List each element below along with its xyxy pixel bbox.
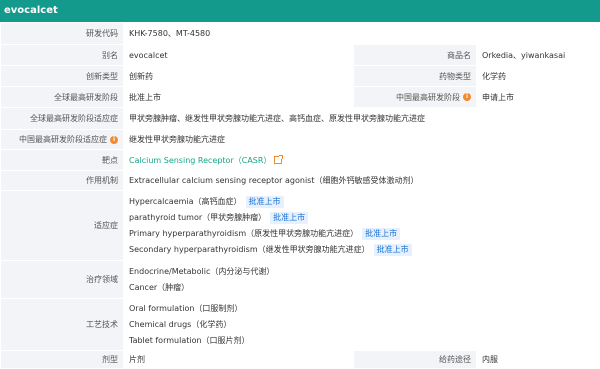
tech-item: Tablet formulation（口服片剂） — [129, 333, 600, 349]
form-value: 片剂 — [124, 351, 354, 369]
code-label: 研发代码 — [1, 23, 124, 45]
row-therapy: 治疗领域 Endocrine/Metabolic（内分泌与代谢） Cancer（… — [1, 261, 600, 299]
indications-label: 适应症 — [1, 191, 124, 261]
status-badge: 批准上市 — [374, 244, 412, 256]
tech-item: Chemical drugs（化学药） — [129, 317, 600, 333]
row-tech: 工艺技术 Oral formulation（口服制剂） Chemical dru… — [1, 299, 600, 351]
form-label: 剂型 — [1, 351, 124, 369]
external-link-icon[interactable] — [274, 156, 282, 164]
status-badge: 批准上市 — [362, 228, 400, 240]
innovation-label: 创新类型 — [1, 66, 124, 87]
indication-item: Primary hyperparathyroidism（原发性甲状旁腺功能亢进症… — [129, 226, 600, 242]
drug-info-table: 研发代码 KHK-7580、MT-4580 别名 evocalcet 商品名 O… — [0, 22, 600, 369]
row-code: 研发代码 KHK-7580、MT-4580 — [1, 23, 600, 45]
indication-text: Hypercalcaemia（高钙血症） — [129, 197, 242, 206]
target-label: 靶点 — [1, 150, 124, 171]
row-mechanism: 作用机制 Extracellular calcium sensing recep… — [1, 171, 600, 191]
drug-title: evocalcet — [0, 0, 600, 22]
global-indication-value: 甲状旁腺肿瘤、继发性甲状旁腺功能亢进症、高钙血症、原发性甲状旁腺功能亢进症 — [124, 108, 600, 130]
tech-list: Oral formulation（口服制剂） Chemical drugs（化学… — [124, 299, 600, 351]
china-phase-label-cell: 中国最高研发阶段i — [354, 87, 477, 108]
therapy-item: Endocrine/Metabolic（内分泌与代谢） — [129, 264, 600, 280]
trade-name-value: Orkedia、yiwankasai — [477, 45, 600, 66]
innovation-value: 创新药 — [124, 66, 354, 87]
global-phase-value: 批准上市 — [124, 87, 354, 108]
therapy-item: Cancer（肿瘤） — [129, 280, 600, 296]
route-value: 内服 — [477, 351, 600, 369]
indication-item: parathyroid tumor（甲状旁腺肿瘤） 批准上市 — [129, 210, 600, 226]
indication-text: Primary hyperparathyroidism（原发性甲状旁腺功能亢进症… — [129, 229, 358, 238]
therapy-list: Endocrine/Metabolic（内分泌与代谢） Cancer（肿瘤） — [124, 261, 600, 299]
trade-name-label: 商品名 — [354, 45, 477, 66]
indications-list: Hypercalcaemia（高钙血症） 批准上市 parathyroid tum… — [124, 191, 600, 261]
china-phase-value: 申请上市 — [477, 87, 600, 108]
china-phase-label: 中国最高研发阶段 — [396, 93, 460, 102]
code-value: KHK-7580、MT-4580 — [124, 23, 600, 45]
global-indication-label: 全球最高研发阶段适应症 — [1, 108, 124, 130]
target-link[interactable]: Calcium Sensing Receptor（CASR） — [129, 156, 271, 165]
route-label: 给药途径 — [354, 351, 477, 369]
global-phase-label: 全球最高研发阶段 — [1, 87, 124, 108]
mechanism-label: 作用机制 — [1, 171, 124, 191]
info-icon[interactable]: i — [463, 93, 471, 101]
row-china-indication: 中国最高研发阶段适应症i 继发性甲状旁腺功能亢进症 — [1, 130, 600, 150]
indication-item: Secondary hyperparathyroidism（继发性甲状旁腺功能亢… — [129, 242, 600, 258]
china-indication-label: 中国最高研发阶段适应症 — [19, 135, 107, 144]
indication-text: parathyroid tumor（甲状旁腺肿瘤） — [129, 213, 266, 222]
row-form: 剂型 片剂 给药途径 内服 — [1, 351, 600, 369]
status-badge: 批准上市 — [246, 196, 284, 208]
row-indications: 适应症 Hypercalcaemia（高钙血症） 批准上市 parathyroid… — [1, 191, 600, 261]
indication-text: Secondary hyperparathyroidism（继发性甲状旁腺功能亢… — [129, 245, 370, 254]
drug-type-label: 药物类型 — [354, 66, 477, 87]
row-innovation: 创新类型 创新药 药物类型 化学药 — [1, 66, 600, 87]
mechanism-value: Extracellular calcium sensing receptor a… — [124, 171, 600, 191]
drug-type-value: 化学药 — [477, 66, 600, 87]
alias-label: 别名 — [1, 45, 124, 66]
tech-item: Oral formulation（口服制剂） — [129, 301, 600, 317]
alias-value: evocalcet — [124, 45, 354, 66]
status-badge: 批准上市 — [270, 212, 308, 224]
therapy-label: 治疗领域 — [1, 261, 124, 299]
china-indication-label-cell: 中国最高研发阶段适应症i — [1, 130, 124, 150]
info-icon[interactable]: i — [110, 136, 118, 144]
target-value-cell: Calcium Sensing Receptor（CASR） — [124, 150, 600, 171]
row-global-indication: 全球最高研发阶段适应症 甲状旁腺肿瘤、继发性甲状旁腺功能亢进症、高钙血症、原发性… — [1, 108, 600, 130]
row-phase: 全球最高研发阶段 批准上市 中国最高研发阶段i 申请上市 — [1, 87, 600, 108]
tech-label: 工艺技术 — [1, 299, 124, 351]
row-target: 靶点 Calcium Sensing Receptor（CASR） — [1, 150, 600, 171]
indication-item: Hypercalcaemia（高钙血症） 批准上市 — [129, 194, 600, 210]
china-indication-value: 继发性甲状旁腺功能亢进症 — [124, 130, 600, 150]
row-alias: 别名 evocalcet 商品名 Orkedia、yiwankasai — [1, 45, 600, 66]
